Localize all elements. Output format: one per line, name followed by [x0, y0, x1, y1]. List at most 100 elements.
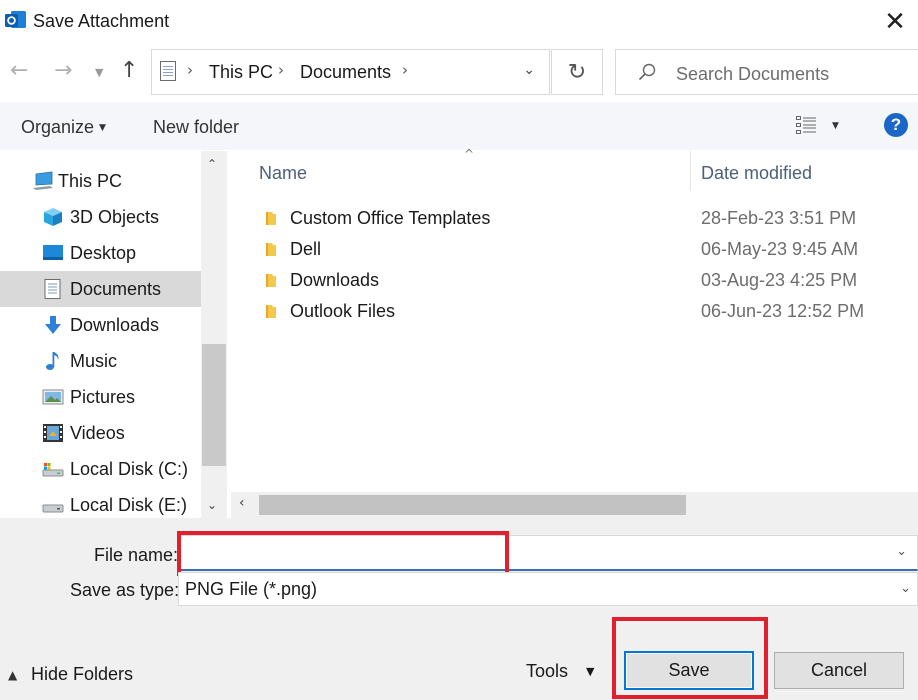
column-header-name[interactable]: Name [259, 163, 307, 184]
address-bar[interactable]: › This PC › Documents › ⌄ [151, 49, 550, 95]
sidebar-item-label: This PC [58, 171, 123, 191]
sidebar-item-label: Downloads [70, 315, 160, 335]
folder-icon [266, 212, 276, 225]
search-input[interactable]: Search Documents [615, 49, 918, 95]
sidebar-item-3d-objects[interactable]: 3D Objects [0, 199, 201, 235]
sort-ascending-icon: ^ [464, 147, 475, 161]
file-date: 28-Feb-23 3:51 PM [701, 208, 857, 228]
list-item[interactable]: Dell 06-May-23 9:45 AM [231, 234, 918, 265]
file-name: Dell [290, 239, 322, 259]
file-list: ^ Name Date modified Custom Office Templ… [231, 147, 918, 518]
cancel-button[interactable]: Cancel [774, 652, 904, 689]
scroll-down-icon[interactable]: ⌄ [207, 498, 217, 512]
help-icon[interactable]: ? [884, 113, 908, 137]
sidebar-item-local-disk-e[interactable]: Local Disk (E:) [0, 487, 201, 518]
document-icon [160, 61, 176, 81]
caret-down-icon[interactable]: ▼ [586, 665, 594, 678]
sidebar-item-music[interactable]: Music [0, 343, 201, 379]
folder-icon [266, 243, 276, 256]
scrollbar-thumb[interactable] [259, 495, 686, 515]
search-icon [638, 63, 656, 81]
breadcrumb-documents[interactable]: Documents [300, 62, 391, 83]
chevron-right-icon[interactable]: › [187, 61, 193, 79]
hide-folders-button[interactable]: Hide Folders [31, 664, 133, 685]
sidebar-item-label: 3D Objects [70, 207, 160, 227]
file-name-label: File name: [94, 545, 179, 565]
save-as-type-value: PNG File (*.png) [185, 579, 318, 599]
film-icon [43, 424, 63, 442]
scroll-left-icon[interactable]: ‹ [239, 495, 245, 511]
sidebar-scrollbar[interactable]: ⌃ ⌄ [201, 151, 227, 518]
chevron-down-icon[interactable]: ⌄ [900, 581, 911, 596]
sidebar-item-label: Documents [70, 279, 162, 299]
sidebar-item-label: Local Disk (E:) [70, 495, 188, 515]
music-note-icon [46, 352, 59, 370]
search-placeholder: Search Documents [676, 64, 830, 84]
arrow-up-icon[interactable]: ↑ [120, 58, 138, 83]
desktop-icon [43, 245, 63, 260]
caret-down-icon[interactable]: ▼ [832, 121, 839, 131]
navigation-bar: ← → ▼ ↑ › This PC › Documents › ⌄ ↻ Sear… [0, 44, 918, 102]
refresh-button[interactable]: ↻ [551, 49, 603, 95]
file-name: Custom Office Templates [290, 208, 491, 228]
picture-icon [42, 389, 64, 405]
sidebar-item-label: Desktop [70, 243, 137, 263]
chevron-down-icon[interactable]: ▼ [95, 66, 103, 79]
organize-button[interactable]: Organize [21, 117, 94, 138]
list-item[interactable]: Outlook Files 06-Jun-23 12:52 PM [231, 296, 918, 327]
drive-icon [42, 504, 64, 513]
sidebar-item-pictures[interactable]: Pictures [0, 379, 201, 415]
scroll-up-icon[interactable]: ⌃ [207, 157, 217, 171]
sidebar-item-local-disk-c[interactable]: Local Disk (C:) [0, 451, 201, 487]
sidebar-item-this-pc[interactable]: This PC [0, 163, 201, 199]
new-folder-button[interactable]: New folder [153, 117, 239, 138]
save-as-type-select[interactable]: PNG File (*.png) ⌄ [178, 572, 918, 606]
title-bar: Save Attachment ✕ [0, 0, 918, 44]
list-item[interactable]: Custom Office Templates 28-Feb-23 3:51 P… [231, 203, 918, 234]
save-button[interactable]: Save [624, 651, 754, 690]
caret-up-icon[interactable]: ▲ [8, 668, 17, 682]
file-name: Outlook Files [290, 301, 396, 321]
file-name-highlight [177, 531, 509, 576]
arrow-right-icon[interactable]: → [54, 58, 72, 83]
folder-icon [266, 305, 276, 318]
sidebar-item-label: Local Disk (C:) [70, 459, 189, 479]
view-options-icon[interactable] [795, 115, 817, 135]
drive-icon [42, 463, 64, 477]
scrollbar-thumb[interactable] [202, 344, 226, 466]
sidebar-item-label: Videos [70, 423, 125, 443]
chevron-down-icon[interactable]: ⌄ [523, 62, 535, 78]
chevron-right-icon[interactable]: › [402, 61, 408, 79]
document-icon [44, 279, 61, 299]
chevron-down-icon[interactable]: ⌄ [896, 544, 907, 559]
file-date: 06-Jun-23 12:52 PM [701, 301, 865, 321]
cube-icon [44, 208, 62, 226]
sidebar-item-documents[interactable]: Documents [0, 271, 201, 307]
folder-icon [266, 274, 276, 287]
file-date: 03-Aug-23 4:25 PM [701, 270, 858, 290]
sidebar-item-label: Music [70, 351, 118, 371]
computer-icon [33, 171, 53, 190]
sidebar-item-desktop[interactable]: Desktop [0, 235, 201, 271]
sidebar-item-label: Pictures [70, 387, 136, 407]
tools-button[interactable]: Tools [526, 661, 568, 682]
arrow-left-icon[interactable]: ← [10, 58, 28, 83]
file-date: 06-May-23 9:45 AM [701, 239, 859, 259]
refresh-icon: ↻ [567, 59, 587, 85]
close-icon[interactable]: ✕ [872, 0, 918, 44]
horizontal-scrollbar[interactable]: ‹ [231, 492, 918, 518]
chevron-right-icon[interactable]: › [278, 61, 284, 79]
navigation-pane: This PC 3D Objects Desktop Documents Dow… [0, 151, 201, 518]
window-title: Save Attachment [33, 11, 170, 31]
save-as-type-label: Save as type: [70, 580, 180, 600]
sidebar-item-downloads[interactable]: Downloads [0, 307, 201, 343]
column-divider[interactable] [690, 151, 691, 191]
list-item[interactable]: Downloads 03-Aug-23 4:25 PM [231, 265, 918, 296]
command-bar: Organize ▼ New folder ▼ [0, 102, 918, 150]
breadcrumb-this-pc[interactable]: This PC [209, 62, 273, 83]
column-header-date-modified[interactable]: Date modified [701, 163, 812, 184]
caret-down-icon[interactable]: ▼ [99, 123, 106, 133]
sidebar-item-videos[interactable]: Videos [0, 415, 201, 451]
download-arrow-icon [45, 316, 61, 334]
file-name: Downloads [290, 270, 380, 290]
